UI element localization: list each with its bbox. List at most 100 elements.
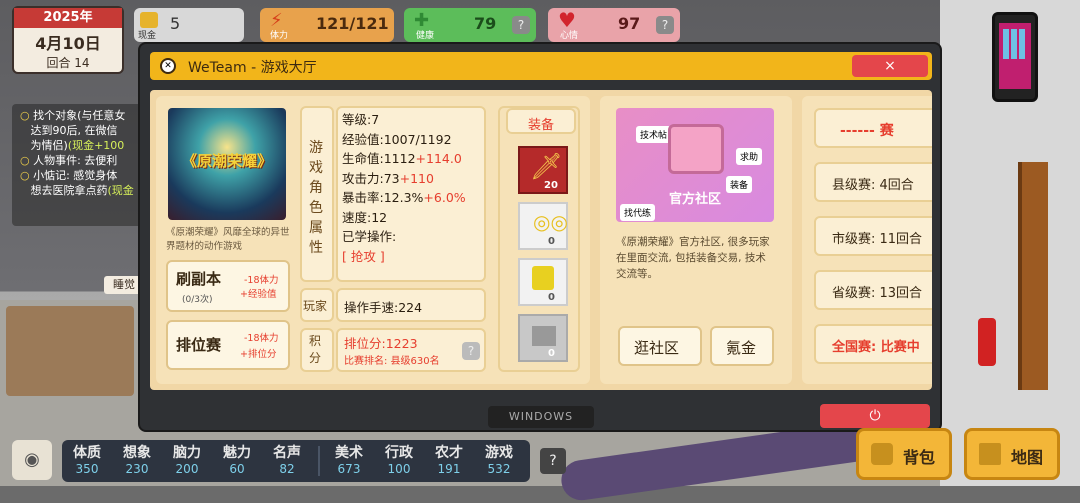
player-attr: 名声 82 bbox=[266, 442, 308, 476]
player-attr-name: 名声 bbox=[273, 445, 301, 461]
equip-slot[interactable]: 0 bbox=[518, 258, 568, 306]
player-attr-value: 60 bbox=[229, 462, 245, 476]
equip-slot[interactable]: 🗡 20 bbox=[518, 146, 568, 194]
map-icon bbox=[979, 443, 1001, 465]
stamina-label: 体力 bbox=[270, 31, 289, 41]
player-attr-value: 82 bbox=[279, 462, 295, 476]
player-label-box: 玩家 bbox=[300, 288, 334, 322]
map-button[interactable]: 地图 bbox=[964, 428, 1060, 480]
attr-list: 等级:7 经验值:1007/1192 生命值:1112+114.0 攻击力:73… bbox=[342, 110, 488, 266]
match-county[interactable]: 县级赛: 4回合 bbox=[814, 162, 932, 202]
date-year: 2025年 bbox=[14, 8, 122, 28]
date-day: 4月10日 bbox=[35, 34, 101, 53]
player-attr-value: 191 bbox=[437, 462, 461, 476]
player-attr-name: 游戏 bbox=[485, 445, 513, 461]
score-label: 积分 bbox=[309, 334, 322, 365]
window-close-button[interactable]: × bbox=[852, 55, 928, 77]
equip-slot[interactable]: ◎◎ 0 bbox=[518, 202, 568, 250]
quest-detail: 达到90后, 在微信 bbox=[30, 124, 118, 137]
player-attr: 游戏 532 bbox=[478, 442, 520, 476]
phone-icon[interactable] bbox=[992, 12, 1038, 102]
window-menu-icon[interactable]: ✕ bbox=[160, 58, 176, 74]
stamina-stat[interactable]: ⚡ 体力 121/121 bbox=[260, 8, 394, 42]
ranked-effect: -18体力 bbox=[244, 333, 279, 344]
player-attr-name: 美术 bbox=[335, 445, 363, 461]
player-attr: 魅力 60 bbox=[216, 442, 258, 476]
window-titlebar: ✕ WeTeam - 游戏大厅 × bbox=[150, 52, 932, 80]
windows-label: WINDOWS bbox=[488, 406, 594, 428]
rank-name: 比赛排名: 县级630名 bbox=[344, 356, 440, 367]
quest-ring-icon: ○ bbox=[20, 154, 30, 167]
quest-item[interactable]: ○ 人物事件: 去便利 bbox=[20, 153, 150, 168]
quest-item[interactable]: ○ 找个对象(与任意女 达到90后, 在微信 为情侣)(现金+100 bbox=[20, 108, 150, 153]
game-cover-image[interactable]: 《原潮荣耀》 bbox=[168, 108, 286, 220]
attr-speed: 速度:12 bbox=[342, 209, 388, 225]
player-attr: 脑力 200 bbox=[166, 442, 208, 476]
player-attr-value: 673 bbox=[337, 462, 361, 476]
player-attr: 农才 191 bbox=[428, 442, 470, 476]
bag-button[interactable]: 背包 bbox=[856, 428, 952, 480]
health-help-button[interactable]: ? bbox=[512, 16, 530, 34]
community-banner-title: 官方社区 bbox=[668, 192, 721, 207]
attr-crit-bonus: +6.0% bbox=[423, 190, 466, 205]
browse-label: 逛社区 bbox=[634, 339, 680, 357]
attributes-help-button[interactable]: ? bbox=[540, 448, 566, 474]
equipment-title-box: 装备 bbox=[506, 108, 576, 134]
quest-list: ○ 找个对象(与任意女 达到90后, 在微信 为情侣)(现金+100 ○ 人物事… bbox=[20, 108, 150, 198]
community-avatar-icon bbox=[668, 124, 724, 174]
attr-hp-base: 生命值:1112 bbox=[342, 151, 416, 166]
dungeon-count: (0/3次) bbox=[182, 295, 213, 305]
equip-slot[interactable]: 0 bbox=[518, 314, 568, 362]
match-province[interactable]: 省级赛: 13回合 bbox=[814, 270, 932, 310]
bag-icon bbox=[871, 443, 893, 465]
player-attr-name: 体质 bbox=[73, 445, 101, 461]
score-label-box: 积分 bbox=[300, 328, 334, 372]
community-description: 《原潮荣耀》官方社区, 很多玩家在里面交流, 包括装备交易, 技术交流等。 bbox=[616, 236, 770, 280]
attr-crit-base: 暴击率:12.3% bbox=[342, 190, 424, 205]
attr-hp-bonus: +114.0 bbox=[415, 151, 462, 166]
bed bbox=[6, 306, 134, 396]
date-card[interactable]: 2025年 4月10日 回合 14 bbox=[12, 6, 124, 74]
mood-help-button[interactable]: ? bbox=[656, 16, 674, 34]
community-banner[interactable]: 技术帖 求助 装备 找代练 官方社区 bbox=[616, 108, 774, 222]
community-tag: 技术帖 bbox=[636, 126, 672, 143]
pay-button[interactable]: 氪金 bbox=[710, 326, 774, 366]
sword-icon: 🗡 bbox=[530, 152, 564, 182]
equip-count: 0 bbox=[548, 348, 555, 359]
earrings-icon: ◎◎ bbox=[533, 210, 568, 234]
attr-atk-bonus: +110 bbox=[399, 170, 434, 186]
character-attr-sidebar: 游戏角色属性 bbox=[300, 106, 334, 282]
cash-stat[interactable]: 现金 5 bbox=[134, 8, 244, 42]
ranked-button[interactable]: 排位赛 -18体力 +排位分 bbox=[166, 320, 290, 370]
player-attr-value: 532 bbox=[487, 462, 511, 476]
dungeon-button[interactable]: 刷副本 (0/3次) -18体力 +经验值 bbox=[166, 260, 290, 312]
attr-atk: 攻击力:73+110 bbox=[342, 169, 488, 189]
player-attr: 想象 230 bbox=[116, 442, 158, 476]
player-attr-name: 脑力 bbox=[173, 445, 201, 461]
quest-ring-icon: ○ bbox=[20, 169, 30, 182]
rank-help-button[interactable]: ? bbox=[462, 342, 480, 360]
match-city[interactable]: 市级赛: 11回合 bbox=[814, 216, 932, 256]
player-attr-name: 魅力 bbox=[223, 445, 251, 461]
quest-text: 小惦记: 感觉身体 bbox=[33, 169, 118, 182]
attr-learned: 已学操作: bbox=[342, 229, 397, 244]
quest-item[interactable]: ○ 小惦记: 感觉身体 想去医院拿点药(现金 bbox=[20, 168, 150, 198]
player-attr-name: 想象 bbox=[123, 445, 151, 461]
window-content: 《原潮荣耀》 《原潮荣耀》风靡全球的异世界题材的动作游戏 刷副本 (0/3次) … bbox=[150, 90, 932, 390]
power-button[interactable]: ⏻ bbox=[820, 404, 930, 428]
coin-icon bbox=[140, 12, 158, 28]
match-label: 县级赛: 4回合 bbox=[832, 178, 914, 193]
player-attr-value: 100 bbox=[387, 462, 411, 476]
attr-crit: 暴击率:12.3%+6.0% bbox=[342, 188, 488, 208]
mood-stat[interactable]: ♥ 心情 97 ? bbox=[548, 8, 680, 42]
quest-text: 人物事件: 去便利 bbox=[33, 154, 118, 167]
attr-divider bbox=[318, 446, 320, 476]
eye-toggle-icon[interactable]: ◉ bbox=[12, 440, 52, 480]
player-attr-value: 230 bbox=[125, 462, 149, 476]
rank-box: 排位分:1223 比赛排名: 县级630名 ? bbox=[336, 328, 486, 372]
player-attr-value: 350 bbox=[75, 462, 99, 476]
match-national[interactable]: 全国赛: 比赛中 bbox=[814, 324, 932, 364]
attr-skill: [ 抢攻 ] bbox=[342, 248, 385, 264]
browse-community-button[interactable]: 逛社区 bbox=[618, 326, 702, 366]
health-stat[interactable]: ✚ 健康 79 ? bbox=[404, 8, 536, 42]
